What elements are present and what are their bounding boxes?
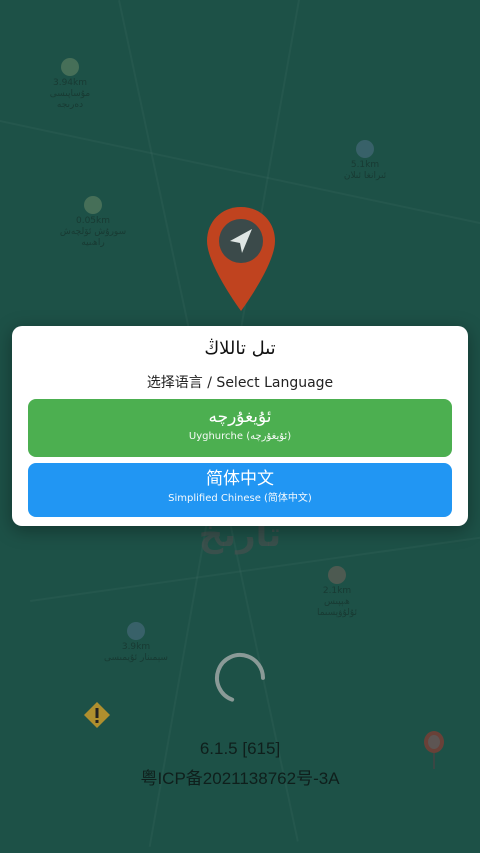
dialog-title: تىل تاللاڭ xyxy=(204,338,276,359)
poi-marker-icon xyxy=(61,58,79,76)
chinese-language-button[interactable]: 简体中文 Simplified Chinese (简体中文) xyxy=(28,463,452,517)
chinese-language-sublabel: Simplified Chinese (简体中文) xyxy=(168,493,312,504)
poi-marker-icon xyxy=(127,622,145,640)
map-poi: 5.1km ﺋﯩﺮﺍﻧﻐﺎ ﺋﯩﻼﻥ xyxy=(335,140,395,182)
uyghur-language-label: ئۇيغۇرچە xyxy=(208,407,272,427)
uyghur-language-button[interactable]: ئۇيغۇرچە Uyghurche (ئۇيغۇرچە) xyxy=(28,399,452,457)
poi-marker-icon xyxy=(84,196,102,214)
poi-name: ﻣﯘﺳﺎﭘﯩﺴﻰ ﺩﻩﺭﯨﺠﻪ xyxy=(49,89,91,110)
poi-distance: 2.1km xyxy=(322,586,352,596)
loading-spinner-icon xyxy=(215,653,265,703)
poi-name: ﺳﯧﻤﯩﻨﺎﺭ ﺋﯘﻳﻤﯩﺴﻰ xyxy=(104,653,168,663)
poi-distance: 0.05km xyxy=(75,216,111,226)
warning-sign-icon xyxy=(84,702,110,728)
map-poi: 3.94km ﻣﯘﺳﺎﭘﯩﺴﻰ ﺩﻩﺭﯨﺠﻪ xyxy=(40,58,100,111)
map-poi: 3.9km ﺳﯧﻤﯩﻨﺎﺭ ﺋﯘﻳﻤﯩﺴﻰ xyxy=(104,622,168,664)
poi-distance: 3.9km xyxy=(121,642,151,652)
poi-marker-icon xyxy=(356,140,374,158)
logo-location-pin-icon xyxy=(207,207,275,311)
app-version: 6.1.5 [615] xyxy=(199,739,281,758)
splash-screen: 3.94km ﻣﯘﺳﺎﭘﯩﺴﻰ ﺩﻩﺭﯨﺠﻪ 5.1km ﺋﯩﺮﺍﻧﻐﺎ ﺋﯩﻼ… xyxy=(0,0,480,853)
chinese-language-label: 简体中文 xyxy=(206,469,274,489)
poi-name: ﺳﻮﺭﯗﺵ ﺋﯚﻟﭽﻪﺵ ﺭﺍﮪﯩﻴﻪ xyxy=(59,227,127,248)
map-poi: 0.05km ﺳﻮﺭﯗﺵ ﺋﯚﻟﭽﻪﺵ ﺭﺍﮪﯩﻴﻪ xyxy=(58,196,128,249)
poi-marker-icon xyxy=(328,566,346,584)
language-dialog: تىل تاللاڭ 选择语言 / Select Language ئۇيغۇر… xyxy=(12,326,468,526)
poi-name: ﺋﯩﺮﺍﻧﻐﺎ ﺋﯩﻼﻥ xyxy=(343,171,387,181)
poi-distance: 5.1km xyxy=(350,160,380,170)
uyghur-language-sublabel: Uyghurche (ئۇيغۇرچە) xyxy=(188,431,292,442)
poi-distance: 3.94km xyxy=(52,78,88,88)
icp-license: 粤ICP备2021138762号-3A xyxy=(140,769,340,788)
map-poi: 2.1km ﮪﯧﭙﯩﺲ ﺋﯘﻟﯘﯞﯦﺴﯩﻤﺎ xyxy=(305,566,369,619)
dialog-subtitle: 选择语言 / Select Language xyxy=(146,375,334,391)
poi-name: ﮪﯧﭙﯩﺲ ﺋﯘﻟﯘﯞﯦﺴﯩﻤﺎ xyxy=(316,597,358,618)
